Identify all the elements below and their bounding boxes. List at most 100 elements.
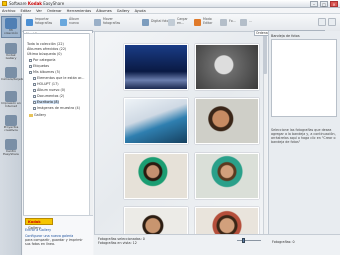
expander-icon[interactable] bbox=[33, 88, 36, 92]
tree-item[interactable]: Por categoría bbox=[29, 58, 55, 62]
digital-photo-label: Digital foto bbox=[151, 19, 169, 24]
photo-tray-dropzone[interactable] bbox=[271, 39, 337, 117]
digital-photo-icon bbox=[142, 18, 149, 26]
tree-item[interactable]: Imágenes de muestra (4) bbox=[33, 106, 80, 110]
grid-scroll-thumb[interactable] bbox=[263, 34, 267, 74]
tree-item[interactable]: Última búsqueda (0) bbox=[27, 52, 62, 56]
tree-item-label: Escritorio (8) bbox=[37, 100, 59, 104]
more-button[interactable]: ... bbox=[240, 16, 267, 28]
maximize-button[interactable]: □ bbox=[320, 1, 328, 7]
photo-grid bbox=[94, 31, 267, 240]
new-album-button[interactable]: Álbum nuevo bbox=[60, 16, 87, 28]
menu-ver[interactable]: Ver bbox=[36, 8, 42, 13]
nav-gallery[interactable]: Kodak Gallery bbox=[1, 42, 21, 64]
tree-item[interactable]: Documentos (2) bbox=[33, 94, 64, 98]
menu-ordenar[interactable]: Ordenar bbox=[47, 8, 62, 13]
move-photos-label: Mover fotografías bbox=[103, 17, 121, 25]
tree-item-label: HOLUPT (17) bbox=[37, 82, 59, 86]
nav-label: Mi colección bbox=[3, 28, 19, 36]
move-photos-icon bbox=[94, 18, 101, 26]
tree-item-label: Etiquetas bbox=[33, 64, 49, 68]
edit-mode-icon bbox=[194, 18, 201, 26]
more-icon bbox=[240, 18, 247, 26]
gallery-promo: Kodak Gallery Entrar a Gallery Configura… bbox=[23, 215, 93, 255]
title-brand: Kodak bbox=[27, 1, 42, 6]
photo-tray-hint: Seleccione las fotografías que desea agr… bbox=[271, 128, 336, 144]
tree-scrollbar[interactable] bbox=[89, 33, 93, 228]
tree-item[interactable]: Etiquetas bbox=[29, 64, 49, 68]
status-tray: Fotografías: 0 bbox=[272, 240, 295, 244]
expander-icon[interactable] bbox=[33, 76, 36, 80]
menu-herramientas[interactable]: Herramientas bbox=[67, 8, 91, 13]
digital-photo-button[interactable]: Digital foto bbox=[142, 16, 169, 28]
tree-item-label: Toda la colección (22) bbox=[27, 42, 64, 46]
nav-label: Cámara/tarjeta bbox=[1, 77, 24, 81]
nav-my-collection[interactable]: Mi colección bbox=[1, 16, 21, 38]
expander-icon[interactable] bbox=[29, 58, 32, 62]
tree-item[interactable]: Álbumes ofrecidos (22) bbox=[27, 47, 66, 51]
tree-item-label: Última búsqueda (0) bbox=[27, 52, 62, 56]
tree-item[interactable]: Elementos que le están ar... bbox=[33, 76, 84, 80]
photo-thumbnail[interactable] bbox=[195, 153, 259, 199]
tree-item-label: Mis álbumes (5) bbox=[33, 70, 61, 74]
photo-thumbnail[interactable] bbox=[124, 153, 188, 199]
fo-icon bbox=[220, 18, 227, 26]
expander-icon[interactable] bbox=[33, 94, 36, 98]
status-in-view: Fotografías en vista: 12 bbox=[98, 241, 137, 245]
tree-item[interactable]: Mis álbumes (5) bbox=[29, 70, 60, 74]
nav-creative-projects[interactable]: Proyectos creativos bbox=[1, 114, 21, 136]
zoom-slider[interactable] bbox=[237, 240, 261, 241]
close-button[interactable]: × bbox=[330, 1, 338, 7]
tree-item[interactable]: Toda la colección (22) bbox=[27, 42, 64, 46]
import-icon bbox=[26, 18, 33, 26]
expander-icon[interactable] bbox=[29, 64, 32, 68]
tree-item-label: Imágenes de muestra (4) bbox=[37, 106, 81, 110]
tree-item[interactable]: HOLUPT (17) bbox=[33, 82, 59, 86]
album-tree: Toda la colección (22) Álbumes ofrecidos… bbox=[23, 33, 93, 228]
tree-item-label: Gallery bbox=[34, 113, 47, 117]
minimize-button[interactable]: – bbox=[310, 1, 318, 7]
tree-item-selected[interactable]: Escritorio (8) bbox=[33, 100, 59, 104]
enter-gallery-link[interactable]: Entrar a Gallery bbox=[25, 228, 51, 232]
menu-ayuda[interactable]: Ayuda bbox=[135, 8, 146, 13]
photo-thumbnail[interactable] bbox=[195, 98, 259, 144]
promo-brand: Kodak bbox=[28, 220, 41, 224]
nav-online-print[interactable]: Impresión en Internet bbox=[1, 90, 21, 112]
more-label: ... bbox=[249, 19, 253, 24]
expander-icon[interactable] bbox=[29, 70, 32, 74]
tree-item-label: Álbumes ofrecidos (22) bbox=[27, 47, 67, 51]
menu-editar[interactable]: Editar bbox=[20, 8, 31, 13]
tree-item[interactable]: Gallery bbox=[29, 113, 46, 117]
expander-icon[interactable] bbox=[33, 106, 36, 110]
navigation-strip: Mi colección Kodak Gallery Cámara/tarjet… bbox=[0, 14, 24, 255]
new-album-icon bbox=[60, 18, 67, 26]
photo-thumbnail[interactable] bbox=[124, 44, 188, 90]
tree-item-label: Álbum nuevo (0) bbox=[37, 88, 66, 92]
nav-camera[interactable]: Cámara/tarjeta bbox=[1, 66, 24, 88]
view-thumbnails-button[interactable] bbox=[318, 18, 326, 26]
nav-easyshare-center[interactable]: Centro EasyShare bbox=[1, 138, 21, 160]
menu-gallery[interactable]: Gallery bbox=[117, 8, 130, 13]
edit-mode-button[interactable]: Modo Editar bbox=[194, 16, 221, 28]
import-button[interactable]: Importar fotografías bbox=[26, 16, 53, 28]
title-suffix: EasyShare bbox=[43, 1, 65, 6]
upload-button[interactable]: Cargar en... bbox=[168, 16, 195, 28]
kodak-gallery-logo: Kodak Gallery bbox=[25, 218, 53, 230]
menu-albumes[interactable]: Álbumes bbox=[96, 8, 112, 13]
import-label: Importar fotografías bbox=[35, 17, 53, 25]
tree-item[interactable]: Álbum nuevo (0) bbox=[33, 88, 65, 92]
edit-mode-label: Modo Editar bbox=[203, 17, 213, 25]
photo-thumbnail[interactable] bbox=[124, 98, 188, 144]
view-details-button[interactable] bbox=[328, 18, 336, 26]
app-icon bbox=[2, 1, 7, 6]
photo-thumbnail[interactable] bbox=[195, 44, 259, 90]
nav-label: Proyectos creativos bbox=[3, 125, 19, 133]
new-album-label: Álbum nuevo bbox=[69, 17, 80, 25]
expander-icon[interactable] bbox=[33, 82, 36, 86]
menu-archivo[interactable]: Archivo bbox=[2, 8, 15, 13]
nav-label: Centro EasyShare bbox=[3, 149, 19, 157]
expander-icon[interactable] bbox=[33, 100, 36, 104]
zoom-slider-knob[interactable] bbox=[242, 238, 245, 243]
move-photos-button[interactable]: Mover fotografías bbox=[94, 16, 121, 28]
upload-label: Cargar en... bbox=[177, 17, 188, 25]
